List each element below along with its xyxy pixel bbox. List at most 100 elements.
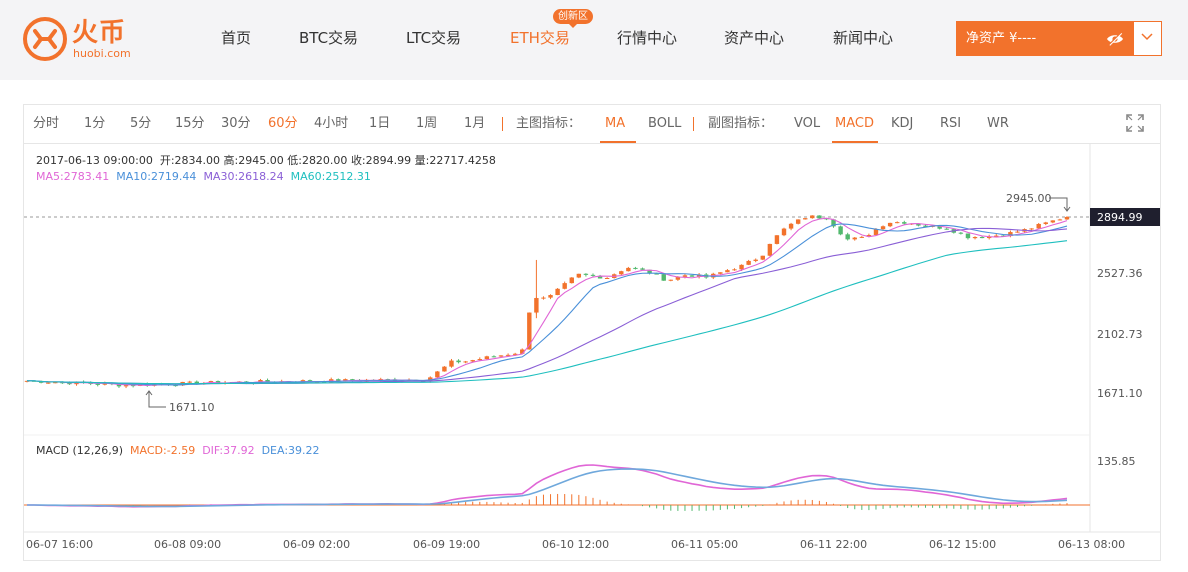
nav-news-center[interactable]: 新闻中心 <box>833 28 893 48</box>
candle-body <box>562 283 567 289</box>
candle-body <box>640 268 645 270</box>
nav-ltc-trade[interactable]: LTC交易 <box>406 28 461 48</box>
huobi-logo[interactable]: 火币 huobi.com <box>22 16 142 64</box>
candle-body <box>604 277 610 279</box>
y-tick-label: 1671.10 <box>1097 387 1143 400</box>
candle-body <box>859 236 865 238</box>
macd-tick-label: 135.85 <box>1097 455 1136 468</box>
candle-body <box>781 228 787 236</box>
x-tick-label: 06-07 16:00 <box>26 538 93 551</box>
high-annotation: 2945.00 <box>1006 192 1052 205</box>
candle-body <box>838 226 843 235</box>
logo-domain: huobi.com <box>73 47 131 60</box>
net-asset-button[interactable]: 净资产 ¥---- <box>956 21 1133 56</box>
candle-body <box>979 237 985 239</box>
candle-body <box>958 232 964 234</box>
candle-body <box>753 259 758 261</box>
x-tick-label: 06-11 22:00 <box>800 538 867 551</box>
candle-body <box>689 275 695 277</box>
kline-panel: 分时 1分 5分 15分 30分 60分 4小时 1日 1周 1月 主图指标： … <box>23 104 1161 561</box>
x-tick-label: 06-12 15:00 <box>929 538 996 551</box>
logo-text: 火币 <box>72 18 127 48</box>
candle-body <box>484 356 490 360</box>
ma-lines-group <box>26 217 1068 387</box>
candle-body <box>527 312 532 350</box>
nav-btc-trade[interactable]: BTC交易 <box>299 28 358 48</box>
candle-body <box>626 267 631 272</box>
y-tick-label: 2102.73 <box>1097 328 1143 341</box>
x-tick-label: 06-09 02:00 <box>283 538 350 551</box>
candle-body <box>810 215 815 219</box>
candle-body <box>887 222 893 227</box>
candle-body <box>873 229 879 235</box>
x-tick-label: 06-11 05:00 <box>671 538 738 551</box>
candle-body <box>576 273 582 278</box>
candle-body <box>668 279 674 281</box>
high-annotation-arrow <box>1049 197 1071 212</box>
candle-body <box>746 260 751 265</box>
nav-eth-trade[interactable]: ETH交易 <box>510 28 570 48</box>
candle-body <box>491 356 497 358</box>
candle-body <box>619 271 624 275</box>
low-annotation: 1671.10 <box>169 401 215 414</box>
candle-body <box>817 215 822 219</box>
candle-body <box>739 264 744 270</box>
candle-body <box>880 226 886 230</box>
candle-body <box>470 360 475 362</box>
candle-body <box>718 272 723 274</box>
candle-body <box>1036 223 1041 229</box>
dea-line <box>26 468 1068 508</box>
candle-body <box>845 234 850 240</box>
chevron-down-icon <box>1141 33 1153 41</box>
ma10-line <box>26 223 1068 386</box>
candle-body <box>767 243 773 256</box>
candle-body <box>1064 217 1070 220</box>
asset-dropdown-toggle[interactable] <box>1133 21 1162 56</box>
candle-body <box>46 382 51 384</box>
nav-home[interactable]: 首页 <box>221 28 251 48</box>
low-annotation-arrow <box>145 390 166 408</box>
candle-body <box>569 277 574 284</box>
candle-body <box>456 360 461 363</box>
candle-body <box>725 270 730 273</box>
candle-body <box>661 274 666 281</box>
x-tick-label: 06-10 12:00 <box>542 538 609 551</box>
ma5-line <box>26 217 1068 387</box>
nav-market-center[interactable]: 行情中心 <box>617 28 677 48</box>
innovation-badge: 创新区 <box>553 9 593 28</box>
candle-body <box>187 381 192 383</box>
x-tick-label: 06-08 09:00 <box>154 538 221 551</box>
top-header: 火币 huobi.com 首页 BTC交易 LTC交易 ETH交易 创新区 行情… <box>0 0 1188 80</box>
current-price-text: 2894.99 <box>1097 211 1143 224</box>
candle-body <box>1029 228 1034 230</box>
x-tick-label: 06-09 19:00 <box>413 538 480 551</box>
macd-group <box>26 464 1068 511</box>
candle-body <box>590 274 596 276</box>
candle-body <box>972 237 978 239</box>
candle-body <box>803 218 808 220</box>
candle-body <box>902 222 907 224</box>
huobi-logo-icon <box>23 17 67 61</box>
hide-eye-icon[interactable] <box>1106 30 1124 48</box>
candle-body <box>123 385 129 387</box>
nav-asset-center[interactable]: 资产中心 <box>724 28 784 48</box>
candle-body <box>435 371 440 378</box>
candle-body <box>95 383 100 385</box>
kline-chart[interactable]: 2527.36 2102.73 1671.10 135.85 2894.99 2… <box>24 105 1160 560</box>
candle-body <box>1050 220 1056 223</box>
candle-body <box>442 366 447 372</box>
candle-body <box>541 297 546 299</box>
candle-body <box>852 237 857 240</box>
candle-body <box>682 275 688 277</box>
candle-body <box>555 288 560 296</box>
candle-body <box>965 233 971 239</box>
candle-body <box>788 223 794 229</box>
candle-body <box>463 361 468 363</box>
dif-line <box>26 464 1068 508</box>
candle-body <box>795 219 801 224</box>
candle-body <box>583 273 589 275</box>
candle-body <box>760 255 765 260</box>
candle-body <box>1057 219 1063 221</box>
candle-body <box>774 235 780 244</box>
candle-body <box>633 267 638 269</box>
